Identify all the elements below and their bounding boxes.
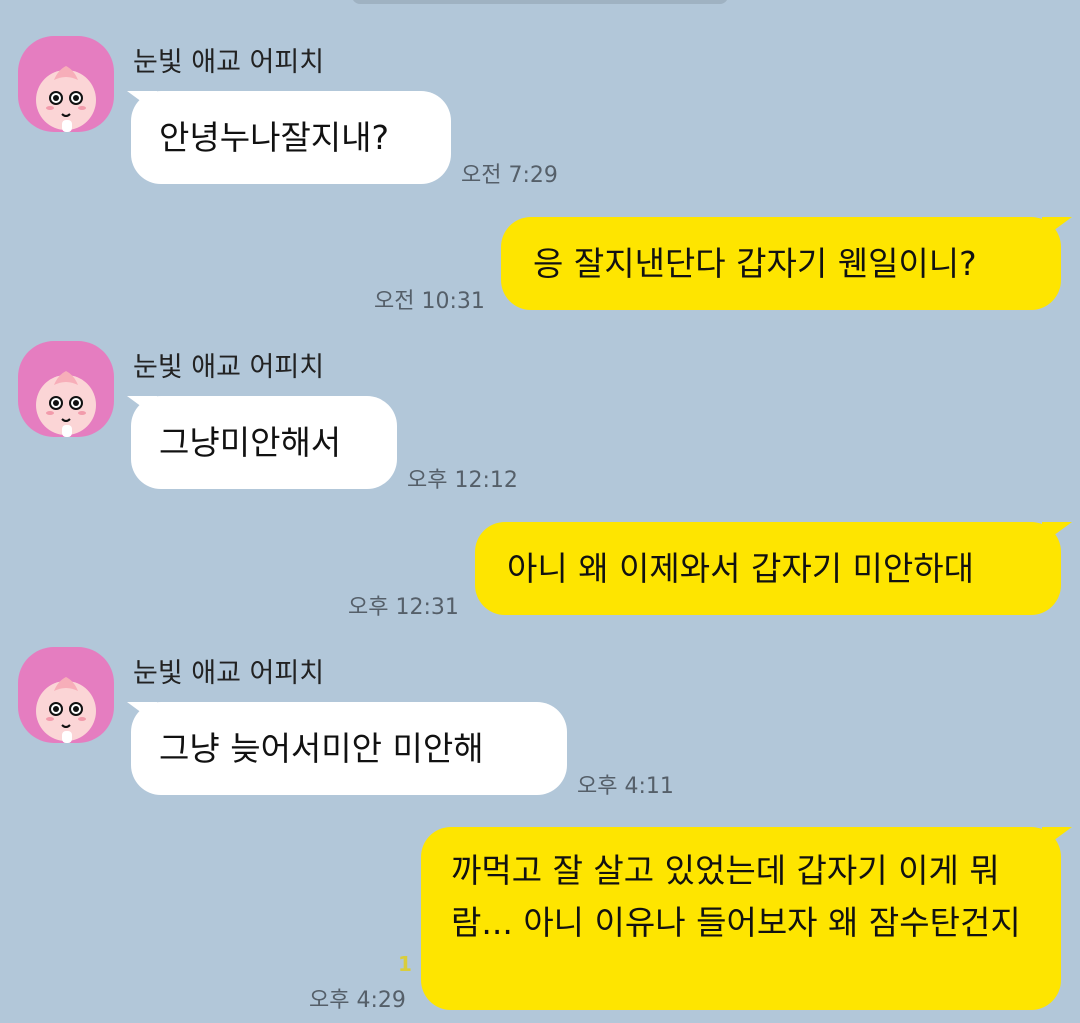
message-timestamp: 오후 12:12: [407, 468, 518, 493]
incoming-message-bubble[interactable]: 안녕누나잘지내?: [131, 91, 451, 184]
outgoing-message-bubble[interactable]: 응 잘지낸단다 갑자기 웬일이니?: [501, 217, 1061, 310]
bubble-tail: [1042, 522, 1072, 544]
sender-name: 눈빛 애교 어피치: [133, 658, 325, 689]
outgoing-message-bubble[interactable]: 아니 왜 이제와서 갑자기 미안하대: [475, 522, 1061, 615]
sender-name: 눈빛 애교 어피치: [133, 352, 325, 383]
sender-avatar-icon[interactable]: [18, 341, 114, 437]
incoming-message-bubble[interactable]: 그냥 늦어서미안 미안해: [131, 702, 567, 795]
bubble-tail: [1042, 827, 1072, 849]
message-timestamp: 오후 4:29: [309, 988, 406, 1013]
unread-count: 1: [398, 952, 412, 976]
date-divider-pill: [352, 0, 728, 4]
sender-avatar-icon[interactable]: [18, 647, 114, 743]
message-timestamp: 오전 7:29: [461, 163, 558, 188]
bubble-tail: [1042, 217, 1072, 239]
incoming-message-bubble[interactable]: 그냥미안해서: [131, 396, 397, 489]
message-timestamp: 오후 12:31: [348, 595, 459, 620]
message-timestamp: 오전 10:31: [374, 289, 485, 314]
sender-name: 눈빛 애교 어피치: [133, 47, 325, 78]
message-timestamp: 오후 4:11: [577, 774, 674, 799]
sender-avatar-icon[interactable]: [18, 36, 114, 132]
outgoing-message-bubble[interactable]: 까먹고 잘 살고 있었는데 갑자기 이게 뭐람... 아니 이유나 들어보자 왜…: [421, 827, 1061, 1010]
